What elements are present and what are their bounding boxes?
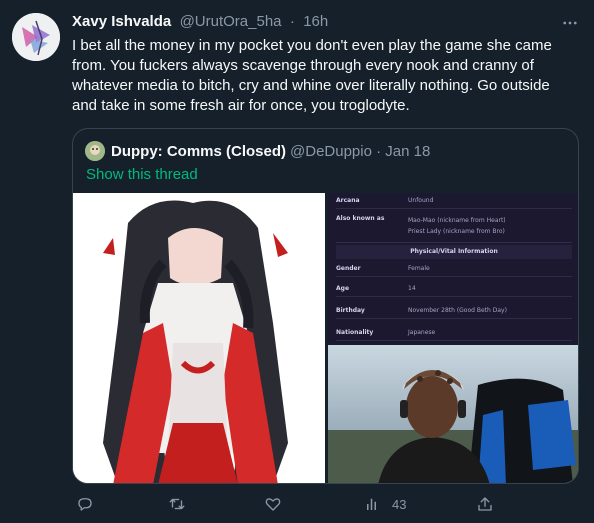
tweet-header: Xavy Ishvalda @UrutOra_5ha · 16h [72,13,554,33]
more-button[interactable] [558,15,582,31]
info-key: Gender [336,265,361,272]
reply-icon [78,498,92,511]
info-card-table: Arcana Unfound Also known as Mao-Mao (ni… [328,193,578,343]
quoted-author-handle: @DeDuppio [290,142,372,160]
quoted-media-grid: Arcana Unfound Also known as Mao-Mao (ni… [73,193,578,483]
info-row-aka: Also known as Mao-Mao (nickname from Hea… [336,211,572,243]
author-name[interactable]: Xavy Ishvalda [72,13,175,30]
info-row-age: Age 14 [336,281,572,297]
info-row-gender: Gender Female [336,261,572,277]
views-count: 43 [392,496,407,512]
info-value: Japanese [408,329,436,336]
info-row-birthday: Birthday November 28th (Good Beth Day) [336,303,572,319]
share-button[interactable] [476,494,494,514]
info-value: Mao-Mao (nickname from Heart) Priest Lad… [408,217,506,235]
show-this-thread-link[interactable]: Show this thread [86,166,198,183]
media-image-character[interactable] [73,193,325,483]
author-avatar[interactable] [12,13,60,61]
retweet-button[interactable] [168,494,186,514]
views-button[interactable]: 43 [364,494,406,514]
retweet-icon [169,498,185,510]
like-icon [265,498,281,511]
media-image-info-card[interactable]: Arcana Unfound Also known as Mao-Mao (ni… [328,193,578,343]
info-value: November 28th (Good Beth Day) [408,307,507,314]
views-icon [367,498,376,510]
tweet-actions-bar: 43 [72,492,502,516]
info-key: Age [336,285,350,292]
separator-dot: · [285,13,300,30]
quoted-author-name: Duppy: Comms (Closed) [111,142,287,160]
quoted-author-avatar [85,141,105,161]
share-icon [478,497,492,511]
quoted-separator-dot: · [371,142,386,160]
reply-button[interactable] [76,494,94,514]
info-row-nationality: Nationality Japanese [336,325,572,341]
info-value: Unfound [408,197,434,204]
more-icon [563,21,577,25]
info-value: 14 [408,285,416,292]
tweet[interactable]: Xavy Ishvalda @UrutOra_5ha · 16h I bet a… [0,0,594,523]
info-key: Arcana [336,197,360,204]
quoted-tweet-date: Jan 18 [385,142,431,160]
author-handle[interactable]: @UrutOra_5ha [180,13,282,30]
like-button[interactable] [264,494,282,514]
info-key: Also known as [336,215,385,222]
info-section-title: Physical/Vital Information [336,245,572,259]
media-image-streamer[interactable] [328,345,578,483]
info-value: Female [408,265,430,272]
info-row-arcana: Arcana Unfound [336,193,572,209]
info-key: Nationality [336,329,374,336]
quoted-tweet-header: Duppy: Comms (Closed) @DeDuppio · Jan 18 [85,141,430,161]
tweet-time[interactable]: 16h [303,13,328,30]
quoted-tweet[interactable]: Duppy: Comms (Closed) @DeDuppio · Jan 18… [72,128,579,484]
tweet-text: I bet all the money in my pocket you don… [72,37,552,114]
info-key: Birthday [336,307,365,314]
